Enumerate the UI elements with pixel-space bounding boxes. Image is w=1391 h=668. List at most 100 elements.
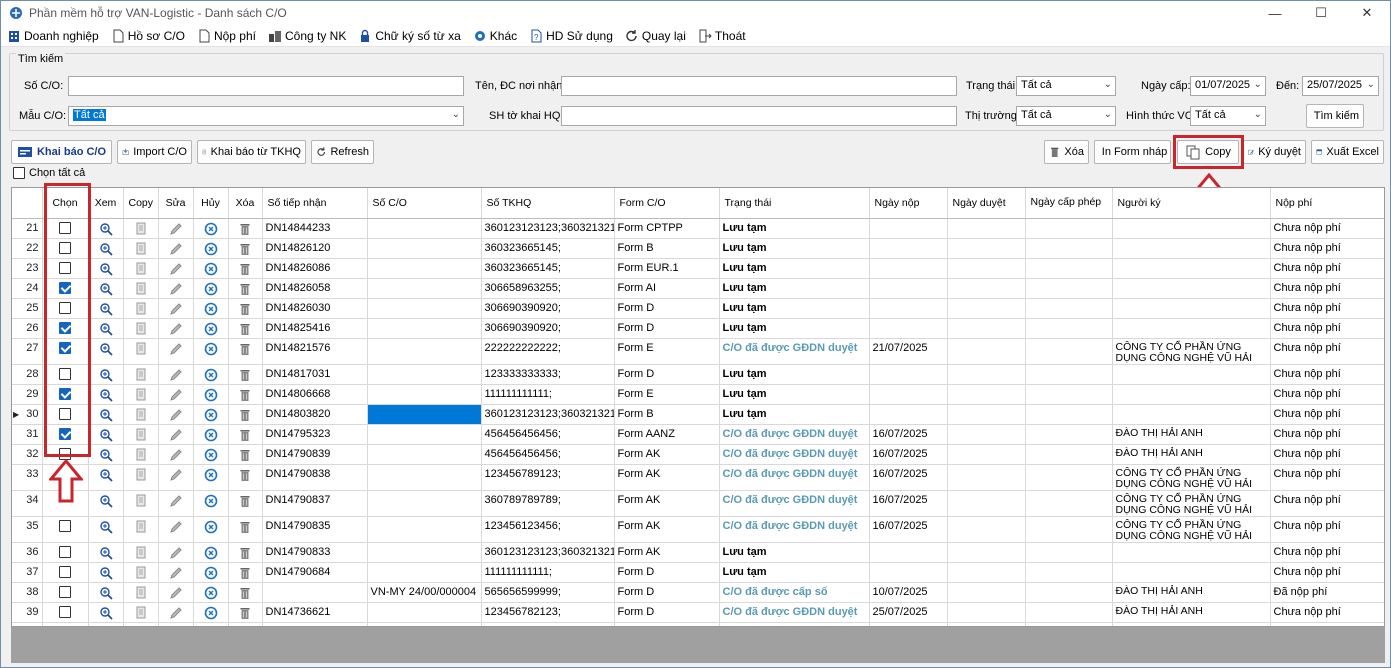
xem-cell[interactable] [88, 464, 124, 491]
xem-cell[interactable] [88, 582, 124, 603]
sua-cell[interactable] [158, 318, 194, 339]
copy-cell[interactable] [123, 602, 159, 623]
xoa-cell[interactable] [228, 318, 263, 339]
cancel-icon[interactable] [204, 222, 218, 236]
copy-icon[interactable] [134, 302, 148, 316]
in-form-nhap-button[interactable]: In Form nháp [1094, 140, 1171, 164]
zoom-icon[interactable] [99, 448, 113, 462]
zoom-icon[interactable] [99, 606, 113, 620]
copy-cell[interactable] [123, 298, 159, 319]
sh-tk-input[interactable] [561, 106, 957, 126]
huy-cell[interactable] [193, 424, 229, 445]
table-row[interactable]: 29 DN14806668 111111111111; Form E Lưu tạm Ch… [12, 384, 1384, 405]
row-checkbox[interactable] [59, 241, 71, 254]
huy-cell[interactable] [193, 516, 229, 543]
copy-icon[interactable] [134, 282, 148, 296]
mau-co-select[interactable]: Tất cả ⌄ [68, 106, 464, 126]
chon-cell[interactable] [42, 490, 89, 517]
menu-item-3[interactable]: Công ty NK [268, 29, 346, 43]
column-header[interactable]: Số TKHQ [481, 188, 615, 219]
copy-icon[interactable] [134, 566, 148, 580]
chon-cell[interactable] [42, 582, 89, 603]
copy-cell[interactable] [123, 562, 159, 583]
zoom-icon[interactable] [99, 494, 113, 508]
thi-truong-select[interactable]: Tất cả ⌄ [1016, 106, 1116, 126]
pencil-icon[interactable] [169, 448, 183, 462]
menu-item-0[interactable]: Doanh nghiệp [7, 29, 99, 43]
ten-dc-input[interactable] [561, 76, 957, 96]
table-row[interactable]: ▶30 DN14803820 360123123123;360321321321Fo… [12, 404, 1384, 425]
table-row[interactable]: 31 DN14795323 456456456456; Form AANZ C/O đã… [12, 424, 1384, 445]
pencil-icon[interactable] [169, 408, 183, 422]
huy-cell[interactable] [193, 464, 229, 491]
column-header[interactable]: Ngày cấp phép [1025, 188, 1113, 219]
copy-cell[interactable] [123, 404, 159, 425]
chon-cell[interactable] [42, 542, 89, 563]
trash-icon[interactable] [238, 322, 252, 336]
table-row[interactable]: 28 DN14817031 123333333333; Form D Lưu tạm Ch… [12, 364, 1384, 385]
trash-icon[interactable] [238, 566, 252, 580]
copy-icon[interactable] [134, 520, 148, 534]
zoom-icon[interactable] [99, 586, 113, 600]
xoa-cell[interactable] [228, 464, 263, 491]
chon-cell[interactable] [42, 384, 89, 405]
trash-icon[interactable] [238, 282, 252, 296]
copy-cell[interactable] [123, 444, 159, 465]
table-row[interactable]: 37 DN14790684 111111111111; Form D Lưu tạm Ch… [12, 562, 1384, 583]
chon-cell[interactable] [42, 562, 89, 583]
table-row[interactable]: 36 DN14790833 360123123123;360321321321For… [12, 542, 1384, 563]
menu-item-5[interactable]: Khác [473, 29, 517, 43]
xem-cell[interactable] [88, 562, 124, 583]
column-header[interactable]: Nộp phí [1270, 188, 1384, 219]
xoa-cell[interactable] [228, 424, 263, 445]
row-checkbox[interactable] [59, 321, 71, 334]
table-row[interactable]: 23 DN14826086 360323665145; Form EUR.1 Lưu t… [12, 258, 1384, 279]
cancel-icon[interactable] [204, 408, 218, 422]
pencil-icon[interactable] [169, 368, 183, 382]
row-checkbox[interactable] [59, 387, 71, 400]
menu-item-7[interactable]: Quay lại [625, 29, 686, 43]
trash-icon[interactable] [238, 262, 252, 276]
sua-cell[interactable] [158, 338, 194, 365]
table-row[interactable]: 22 DN14826120 360323665145; Form B Lưu tạm Ch… [12, 238, 1384, 259]
pencil-icon[interactable] [169, 546, 183, 560]
sua-cell[interactable] [158, 258, 194, 279]
huy-cell[interactable] [193, 258, 229, 279]
table-row[interactable]: 26 DN14825416 306690390920; Form D Lưu tạm Ch… [12, 318, 1384, 339]
column-header[interactable]: Số C/O [367, 188, 482, 219]
cancel-icon[interactable] [204, 448, 218, 462]
chon-cell[interactable] [42, 298, 89, 319]
column-header[interactable]: Ngày duyệt [947, 188, 1026, 219]
cancel-icon[interactable] [204, 342, 218, 356]
zoom-icon[interactable] [99, 302, 113, 316]
cancel-icon[interactable] [204, 282, 218, 296]
table-row[interactable]: 33 DN14790838 123456789123; Form AK C/O đã đ… [12, 464, 1384, 491]
huy-cell[interactable] [193, 404, 229, 425]
xem-cell[interactable] [88, 258, 124, 279]
row-checkbox[interactable] [59, 221, 71, 234]
xoa-cell[interactable] [228, 278, 263, 299]
table-row[interactable]: 27 DN14821576 222222222222; Form E C/O đã đư… [12, 338, 1384, 365]
pencil-icon[interactable] [169, 222, 183, 236]
huy-cell[interactable] [193, 278, 229, 299]
xoa-cell[interactable] [228, 238, 263, 259]
xoa-cell[interactable] [228, 298, 263, 319]
import-co-button[interactable]: Import C/O [117, 140, 192, 164]
trang-thai-select[interactable]: Tất cả ⌄ [1016, 76, 1116, 96]
zoom-icon[interactable] [99, 368, 113, 382]
row-checkbox[interactable] [59, 427, 71, 440]
pencil-icon[interactable] [169, 494, 183, 508]
zoom-icon[interactable] [99, 222, 113, 236]
row-checkbox[interactable] [59, 407, 71, 420]
trash-icon[interactable] [238, 448, 252, 462]
pencil-icon[interactable] [169, 302, 183, 316]
sua-cell[interactable] [158, 464, 194, 491]
menu-item-6[interactable]: ? HD Sử dụng [529, 29, 613, 43]
column-header[interactable]: Số tiếp nhận [262, 188, 368, 219]
copy-icon[interactable] [134, 586, 148, 600]
copy-cell[interactable] [123, 258, 159, 279]
trash-icon[interactable] [238, 606, 252, 620]
cancel-icon[interactable] [204, 520, 218, 534]
cancel-icon[interactable] [204, 468, 218, 482]
ky-duyet-button[interactable]: Ký duyệt [1243, 140, 1306, 164]
